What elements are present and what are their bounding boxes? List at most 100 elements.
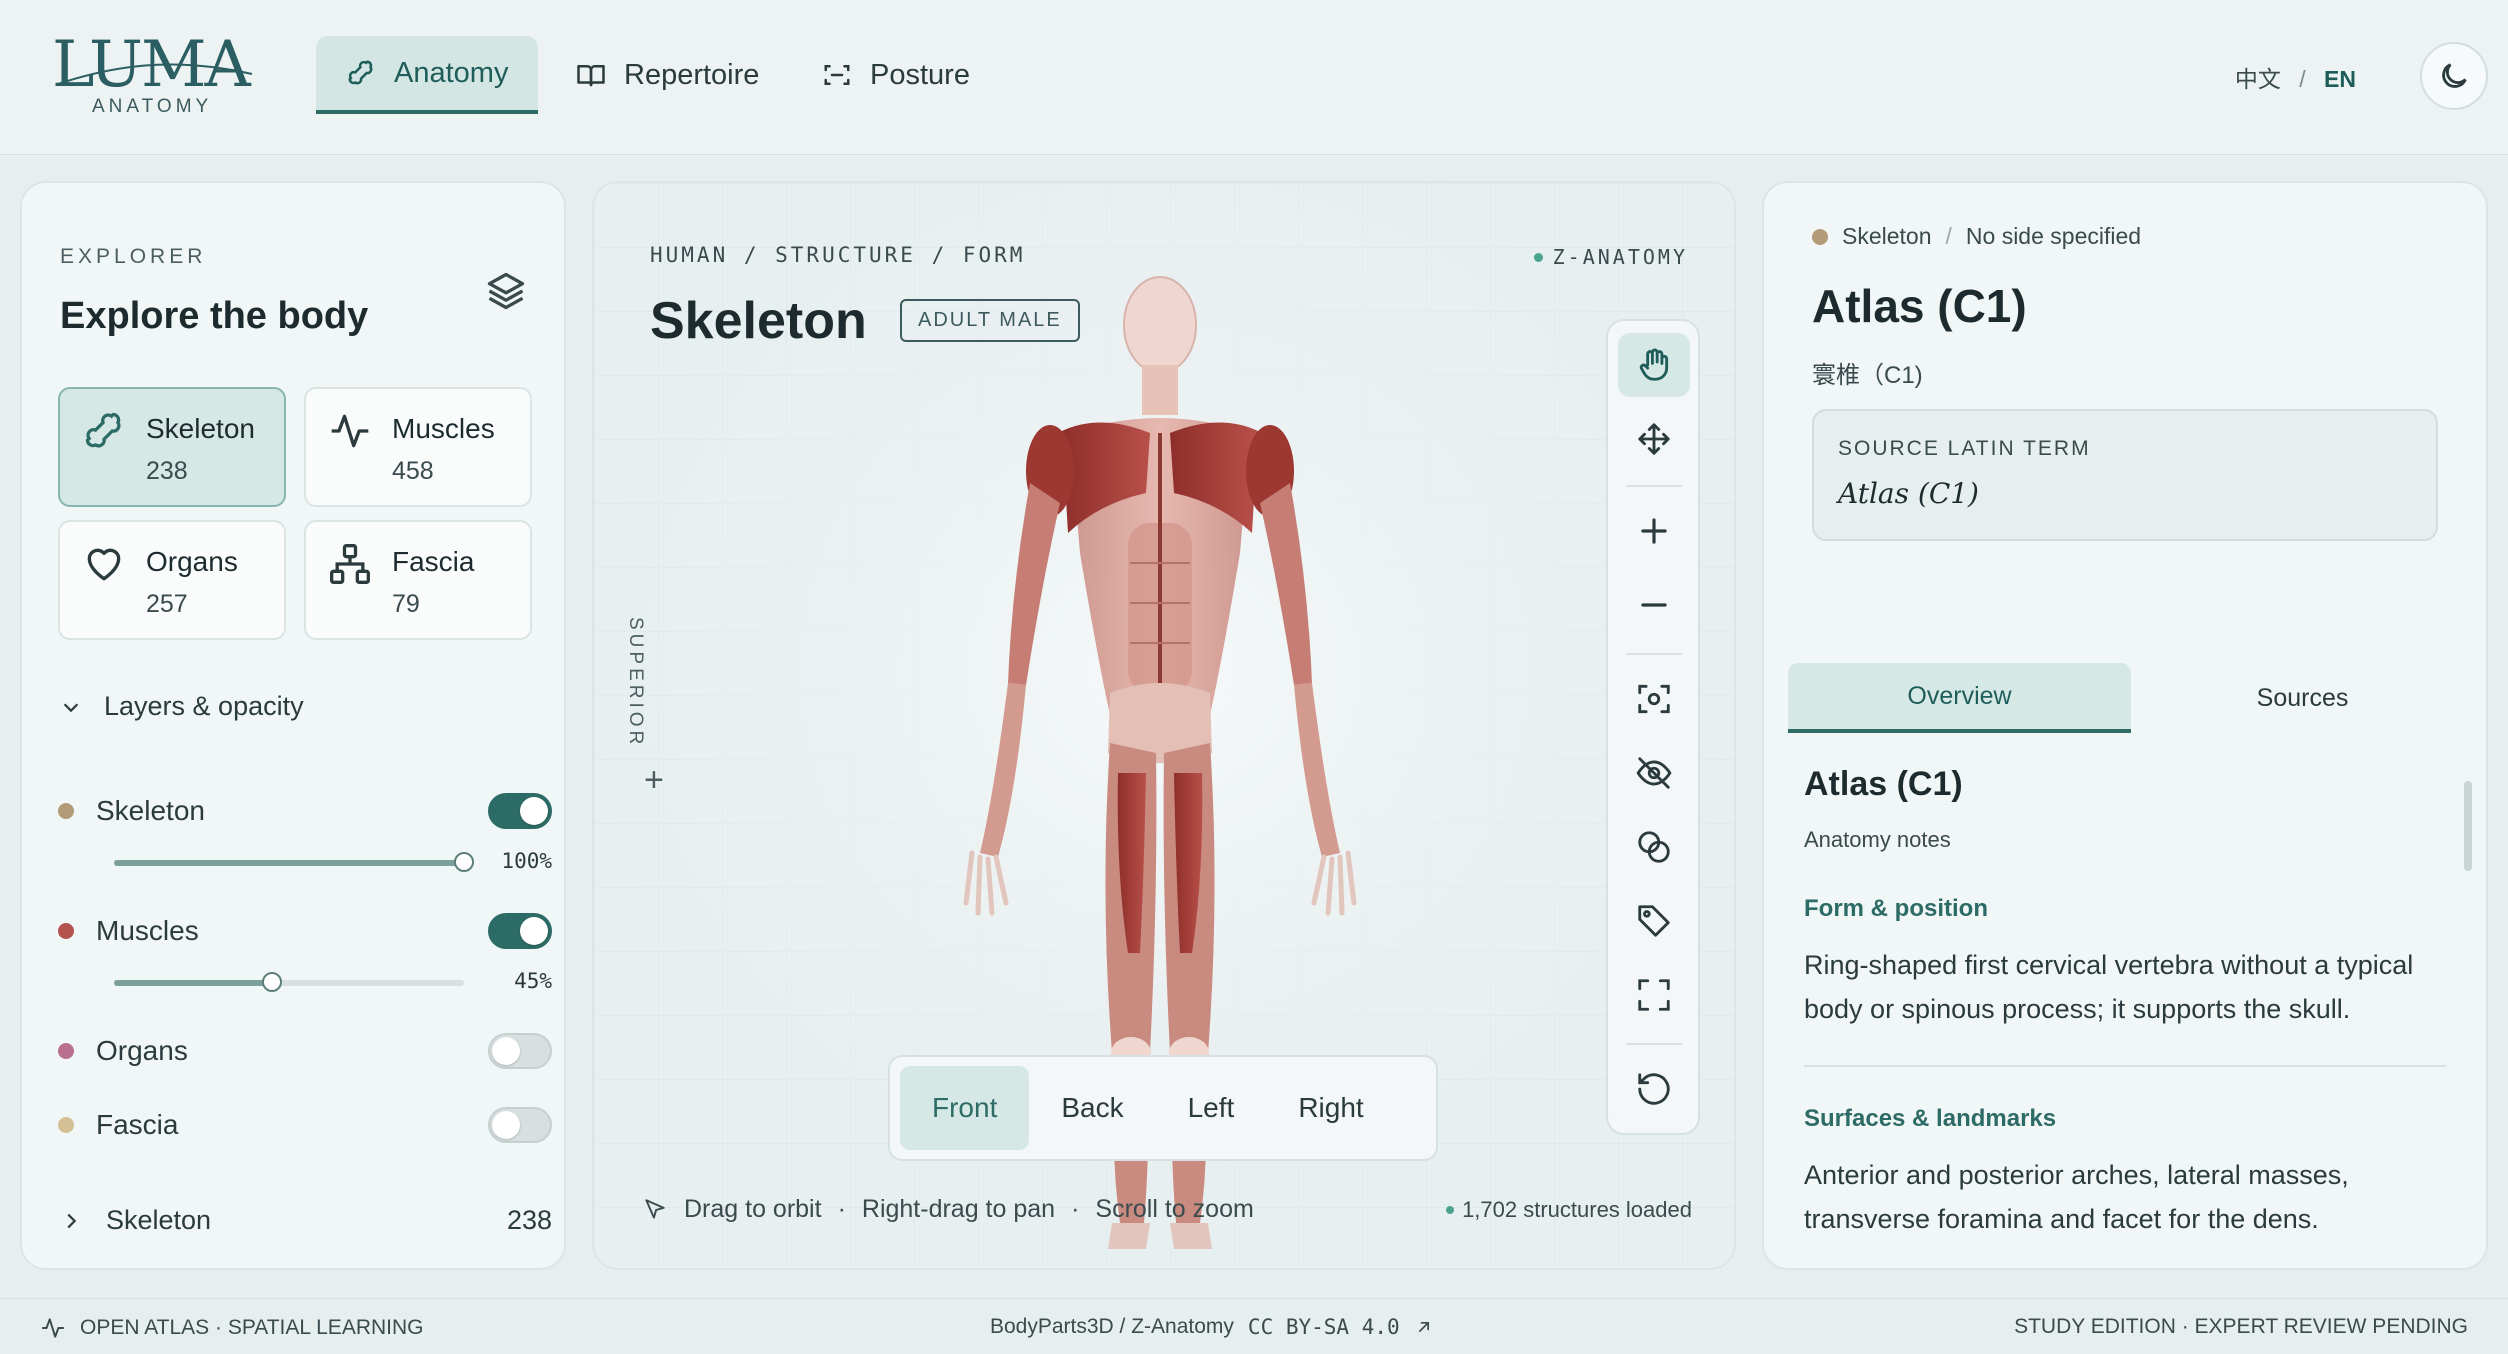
opacity-slider-skeleton[interactable]: 100% xyxy=(94,847,552,877)
orientation-label: SUPERIOR xyxy=(625,617,646,749)
hint-separator: · xyxy=(1071,1195,1080,1223)
tab-posture-label: Posture xyxy=(870,58,970,91)
layers-opacity-toggle[interactable]: Layers & opacity xyxy=(60,691,304,722)
slider-knob[interactable] xyxy=(261,972,282,992)
detail-tabs: Overview Sources xyxy=(1788,663,2474,733)
section-divider xyxy=(1804,1065,2446,1067)
slider-track xyxy=(114,972,464,992)
layer-visibility-toggle[interactable] xyxy=(488,1033,552,1069)
structure-group-skeleton[interactable]: Skeleton 238 xyxy=(60,1205,552,1236)
tab-repertoire[interactable]: Repertoire xyxy=(546,36,789,114)
cursor-icon xyxy=(645,1198,665,1219)
footer-attribution[interactable]: BodyParts3D / Z-Anatomy CC BY-SA 4.0 xyxy=(990,1315,1434,1339)
layers-opacity-label: Layers & opacity xyxy=(104,691,304,721)
tab-posture[interactable]: Posture xyxy=(792,36,1000,114)
layer-row-muscles: Muscles xyxy=(58,911,552,951)
view-switcher: Front Back Left Right xyxy=(888,1055,1438,1161)
opacity-value: 100% xyxy=(501,849,552,873)
isolate-icon xyxy=(1638,831,1670,863)
slider-track xyxy=(114,852,474,872)
category-organs[interactable]: Organs 257 xyxy=(58,520,286,640)
top-bar: LUMA ANATOMY Anatomy Repertoire Posture … xyxy=(0,0,2508,155)
view-front-button[interactable]: Front xyxy=(900,1066,1030,1150)
heart-icon xyxy=(87,548,121,581)
isolate-button[interactable] xyxy=(1618,815,1690,879)
detail-breadcrumb: Skeleton / No side specified xyxy=(1812,223,2141,250)
layer-visibility-toggle[interactable] xyxy=(488,793,552,829)
zoom-out-button[interactable] xyxy=(1618,573,1690,637)
section-heading: Form & position xyxy=(1804,895,1988,922)
category-name: Muscles xyxy=(392,413,495,444)
slider-fill xyxy=(114,980,272,986)
category-fascia[interactable]: Fascia 79 xyxy=(304,520,532,640)
overview-subtitle: Anatomy notes xyxy=(1804,827,1951,852)
detail-panel: Skeleton / No side specified Atlas (C1) … xyxy=(1762,181,2488,1270)
layers-icon[interactable] xyxy=(484,269,528,313)
group-count: 238 xyxy=(506,1205,552,1235)
footer-license: CC BY-SA 4.0 xyxy=(1247,1315,1400,1339)
latin-term-label: SOURCE LATIN TERM xyxy=(1838,437,2091,460)
layer-color-dot xyxy=(58,1043,74,1059)
overview-title: Atlas (C1) xyxy=(1804,765,1963,803)
section-body: Anterior and posterior arches, lateral m… xyxy=(1804,1160,2349,1234)
language-switcher[interactable]: 中文 / EN xyxy=(2235,60,2356,94)
toolbar-divider xyxy=(1626,1043,1682,1045)
orientation-marker: + xyxy=(644,761,664,799)
tab-overview[interactable]: Overview xyxy=(1788,663,2131,733)
toolbar-divider xyxy=(1626,653,1682,655)
focus-button[interactable] xyxy=(1618,667,1690,731)
tab-anatomy[interactable]: Anatomy xyxy=(316,36,539,114)
move-button[interactable] xyxy=(1618,407,1690,471)
loaded-status: 1,702 structures loaded xyxy=(1446,1197,1692,1223)
pan-hand-button[interactable] xyxy=(1618,333,1690,397)
tab-sources[interactable]: Sources xyxy=(2131,663,2474,733)
zoom-in-icon xyxy=(1641,518,1667,544)
category-skeleton[interactable]: Skeleton 238 xyxy=(58,387,286,507)
layer-name: Fascia xyxy=(96,1109,179,1140)
logo-subtitle: ANATOMY xyxy=(92,96,213,117)
pulse-icon xyxy=(331,414,369,448)
hint-separator: · xyxy=(837,1195,846,1223)
explorer-panel: EXPLORER Explore the body Skeleton 238 M… xyxy=(20,181,566,1270)
category-count: 257 xyxy=(146,590,188,618)
zoom-out-icon xyxy=(1641,603,1667,607)
opacity-slider-muscles[interactable]: 45% xyxy=(94,967,552,997)
scan-icon xyxy=(824,65,850,85)
category-muscles[interactable]: Muscles 458 xyxy=(304,387,532,507)
layer-row-fascia: Fascia xyxy=(58,1105,552,1145)
footer: OPEN ATLAS · SPATIAL LEARNING BodyParts3… xyxy=(0,1298,2508,1354)
slider-fill xyxy=(114,860,464,866)
hint-zoom: Scroll to zoom xyxy=(1095,1195,1254,1223)
status-dot xyxy=(1446,1206,1455,1214)
fullscreen-button[interactable] xyxy=(1618,963,1690,1027)
footer-edition: STUDY EDITION · EXPERT REVIEW PENDING xyxy=(2014,1315,2468,1338)
layer-color-dot xyxy=(58,803,74,819)
category-name: Fascia xyxy=(392,546,475,577)
layer-visibility-toggle[interactable] xyxy=(488,913,552,949)
luma-logo[interactable]: LUMA ANATOMY xyxy=(52,26,262,126)
book-icon xyxy=(577,65,605,87)
layer-name: Skeleton xyxy=(96,795,205,826)
reset-view-button[interactable] xyxy=(1618,1057,1690,1121)
tab-anatomy-label: Anatomy xyxy=(394,56,509,89)
slider-knob[interactable] xyxy=(454,852,474,872)
crumb-system[interactable]: Skeleton xyxy=(1842,223,1932,250)
zoom-in-button[interactable] xyxy=(1618,499,1690,563)
group-name: Skeleton xyxy=(106,1205,212,1235)
latin-term-card: SOURCE LATIN TERM Atlas (C1) xyxy=(1812,409,2438,541)
system-color-dot xyxy=(1812,228,1828,245)
lang-zh[interactable]: 中文 xyxy=(2235,66,2281,92)
section-body: Ring-shaped first cervical vertebra with… xyxy=(1804,950,2414,1024)
view-right-button[interactable]: Right xyxy=(1266,1066,1395,1150)
view-back-button[interactable]: Back xyxy=(1029,1066,1155,1150)
view-left-button[interactable]: Left xyxy=(1156,1066,1267,1150)
scrollbar[interactable] xyxy=(2464,781,2472,871)
hide-button[interactable] xyxy=(1618,741,1690,805)
hint-drag: Drag to orbit xyxy=(684,1195,822,1223)
lang-en[interactable]: EN xyxy=(2324,66,2356,92)
section-heading: Surfaces & landmarks xyxy=(1804,1105,2057,1132)
layer-visibility-toggle[interactable] xyxy=(488,1107,552,1143)
theme-toggle-button[interactable] xyxy=(2420,42,2488,110)
explorer-eyebrow: EXPLORER xyxy=(60,245,207,268)
label-button[interactable] xyxy=(1618,889,1690,953)
